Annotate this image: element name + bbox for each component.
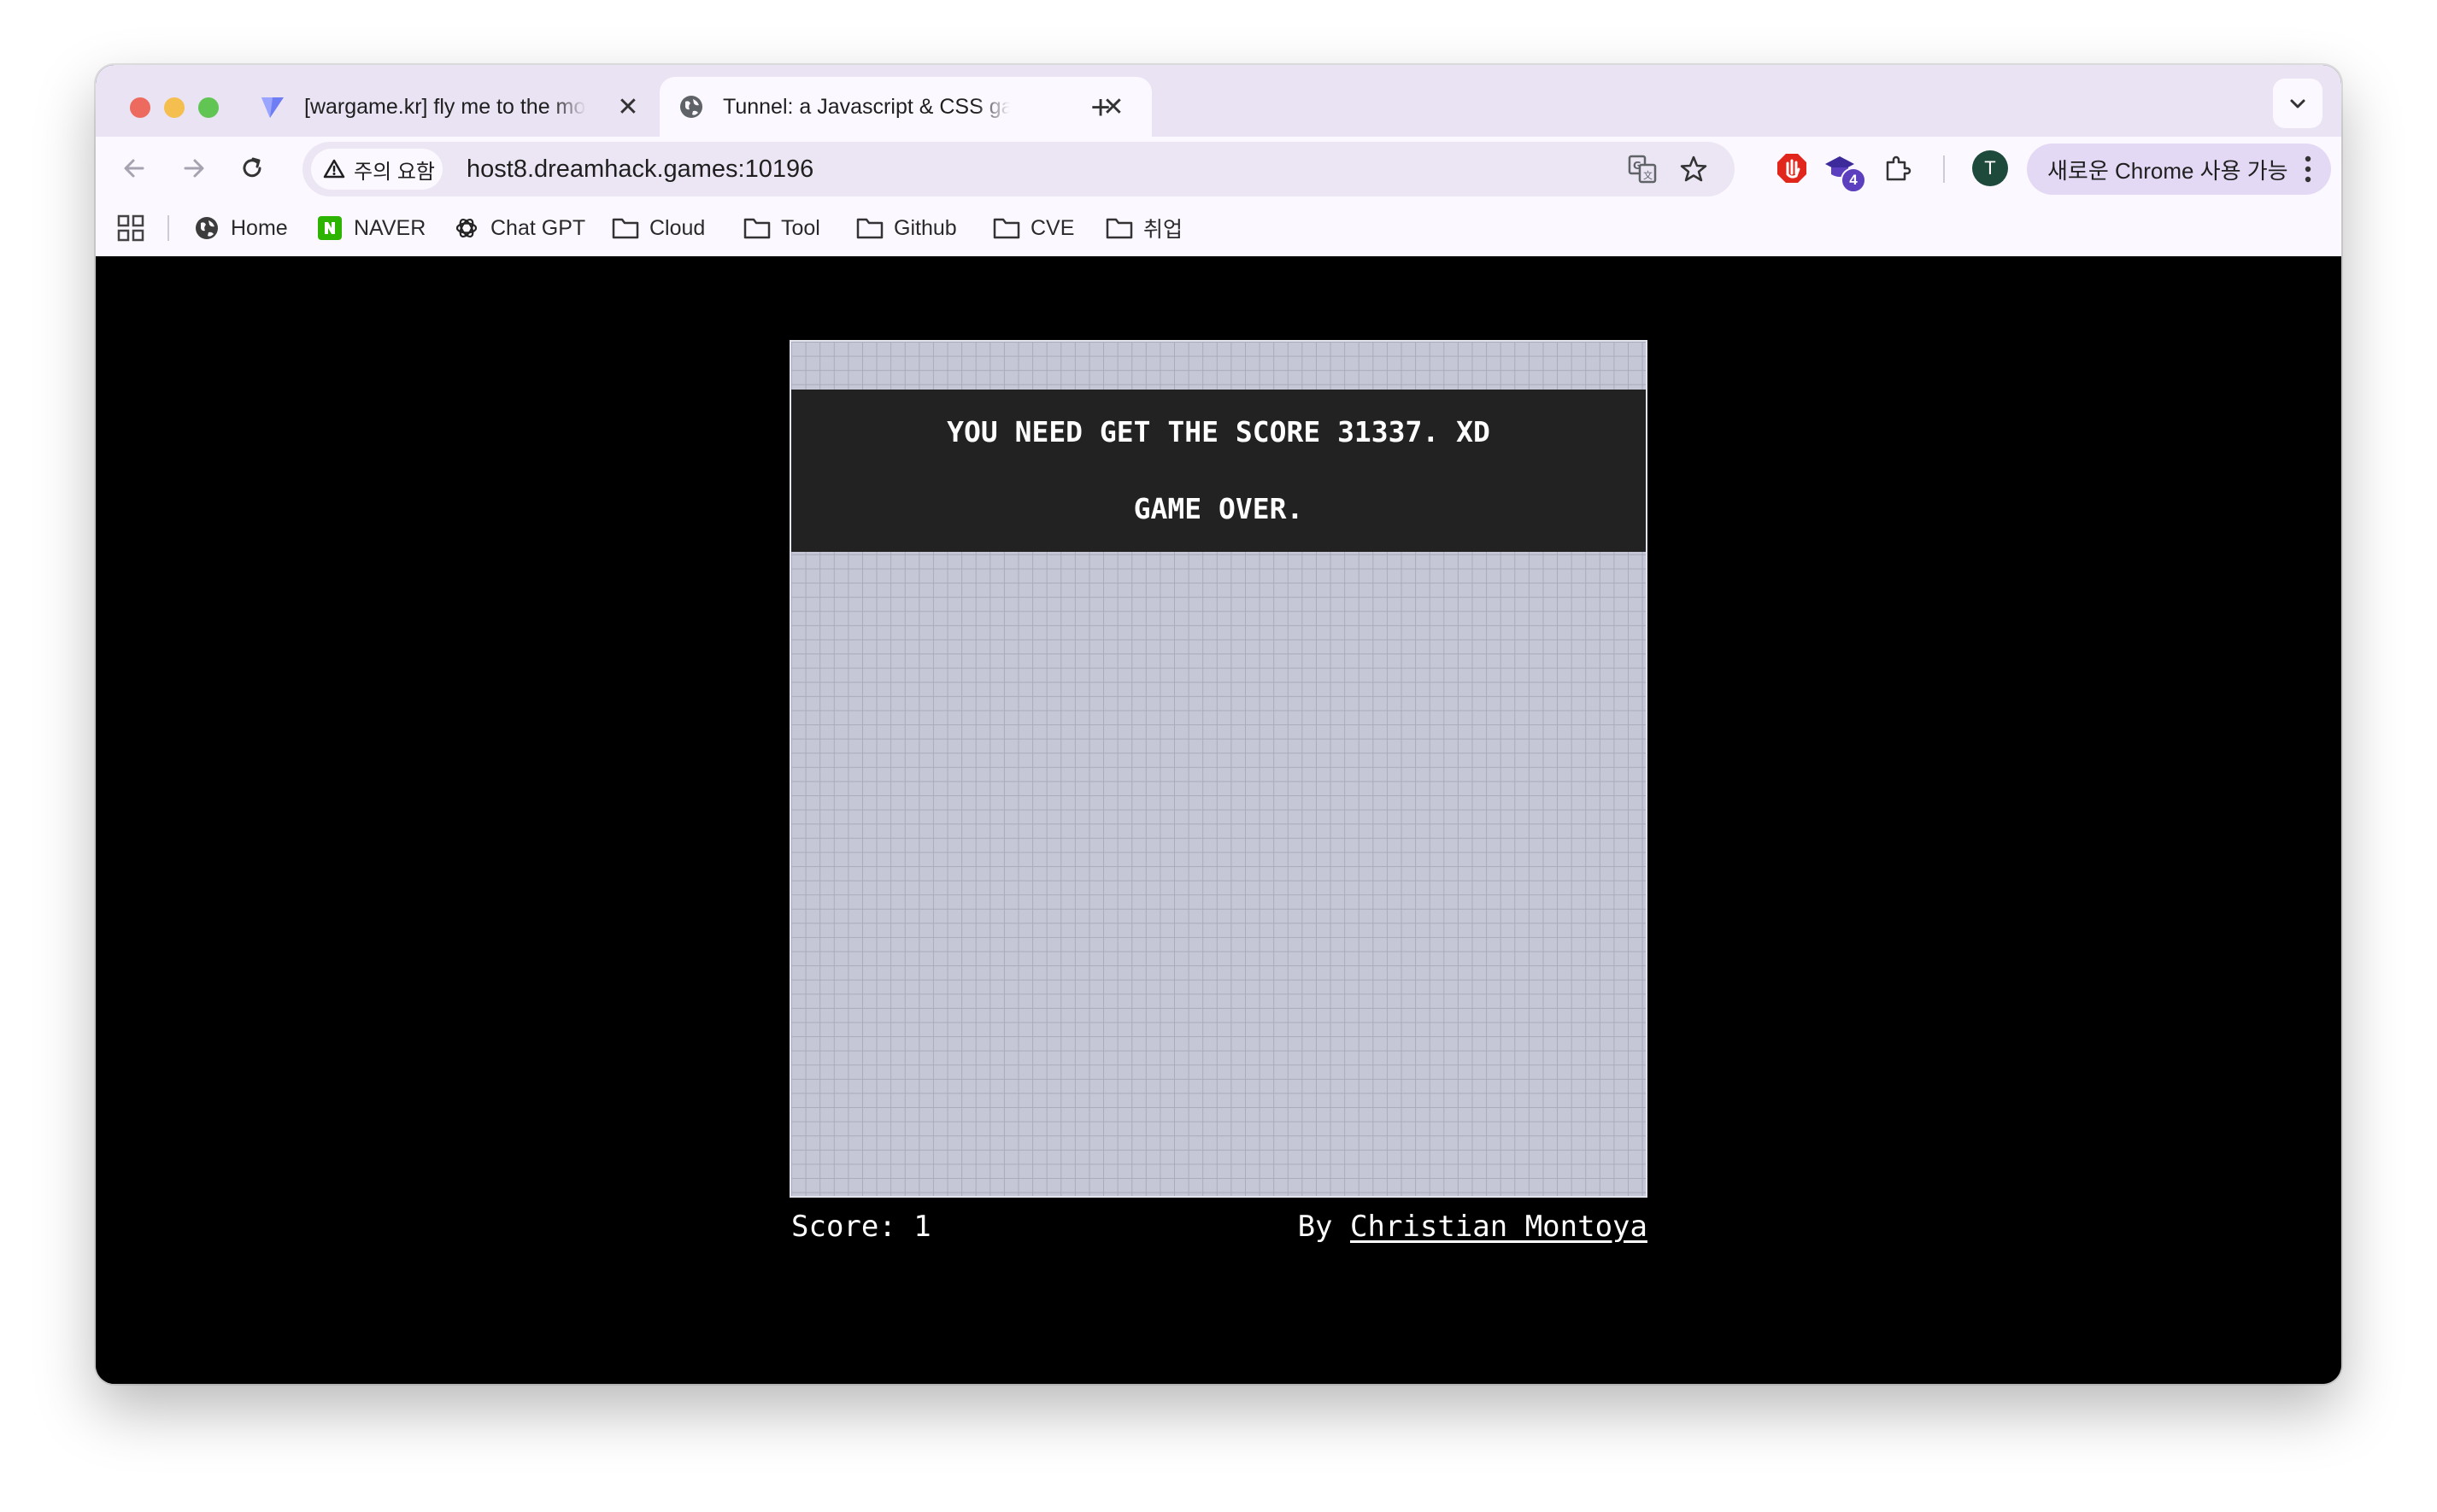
close-window-button[interactable] — [130, 97, 150, 118]
extension-badge: 4 — [1841, 167, 1866, 193]
game-message: YOU NEED GET THE SCORE 31337. XD — [947, 415, 1490, 448]
extensions-menu-button[interactable] — [1878, 149, 1917, 188]
new-tab-button[interactable]: + — [1075, 82, 1126, 133]
security-label: 주의 요함 — [354, 160, 435, 184]
bookmark-folder-cloud[interactable]: Cloud — [612, 200, 705, 256]
update-label: 새로운 Chrome 사용 가능 — [2047, 157, 2288, 184]
bookmark-label: Github — [894, 215, 957, 240]
reload-icon — [243, 157, 261, 178]
maximize-window-button[interactable] — [198, 97, 219, 118]
toolbar-divider — [1943, 155, 1945, 183]
bookmark-label: Chat GPT — [490, 215, 586, 240]
globe-icon — [193, 214, 220, 242]
folder-icon — [1106, 214, 1133, 242]
openai-icon — [453, 214, 480, 242]
warning-icon — [323, 159, 345, 179]
bookmarks-divider — [167, 215, 169, 241]
profile-avatar[interactable]: T — [1972, 150, 2008, 186]
author-link[interactable]: Christian Montoya — [1350, 1210, 1647, 1244]
bookmark-home[interactable]: Home — [193, 200, 288, 256]
tab-close-icon[interactable]: ✕ — [614, 92, 643, 121]
tab-strip: [wargame.kr] fly me to the moon ✕ Tunnel… — [96, 65, 2341, 137]
chevron-down-icon — [2290, 99, 2305, 108]
folder-icon — [856, 214, 884, 242]
naver-icon — [316, 214, 344, 242]
extension-with-badge-button[interactable]: 4 — [1820, 149, 1866, 193]
bookmark-star-button[interactable] — [1675, 150, 1712, 188]
bookmark-folder-github[interactable]: Github — [856, 200, 957, 256]
folder-icon — [743, 214, 771, 242]
score-display: Score: 1 — [791, 1210, 931, 1244]
toolbar: 주의 요함 host8.dreamhack.games:10196 G文 4 T… — [96, 137, 2341, 200]
bookmark-folder-tool[interactable]: Tool — [743, 200, 820, 256]
translate-button[interactable]: G文 — [1624, 150, 1661, 188]
tab-search-button[interactable] — [2273, 79, 2322, 128]
puzzle-icon — [1886, 155, 1911, 181]
minimize-window-button[interactable] — [164, 97, 185, 118]
bookmarks-bar: Home NAVER Chat GPT Cloud Tool Github CV… — [96, 200, 2341, 257]
folder-icon — [993, 214, 1020, 242]
bookmark-label: Home — [231, 215, 288, 240]
bookmark-label: NAVER — [354, 215, 426, 240]
game-footer: Score: 1 By Christian Montoya — [790, 1210, 1647, 1252]
tab-title: Tunnel: a Javascript & CSS game — [723, 94, 1010, 120]
tab-title: [wargame.kr] fly me to the moon — [304, 94, 586, 120]
svg-text:G: G — [1633, 160, 1641, 172]
bookmark-label: 취업 — [1143, 218, 1183, 242]
bookmark-label: CVE — [1031, 215, 1075, 240]
more-menu-icon[interactable] — [2304, 154, 2312, 185]
by-prefix: By — [1297, 1210, 1333, 1244]
bookmark-folder-cve[interactable]: CVE — [993, 200, 1074, 256]
adblock-extension-button[interactable] — [1772, 149, 1812, 188]
bookmark-label: Tool — [781, 215, 820, 240]
url-text[interactable]: host8.dreamhack.games:10196 — [467, 142, 813, 196]
author-credit: By Christian Montoya — [1298, 1210, 1647, 1244]
game-over-text: GAME OVER. — [1133, 492, 1304, 525]
translate-icon: G文 — [1628, 155, 1657, 184]
reload-button[interactable] — [232, 149, 272, 188]
wargame-logo-icon — [258, 92, 287, 121]
chrome-update-button[interactable]: 새로운 Chrome 사용 가능 — [2027, 144, 2331, 195]
address-bar[interactable]: 주의 요함 host8.dreamhack.games:10196 G文 — [302, 142, 1735, 196]
globe-icon — [677, 92, 706, 121]
game-over-banner: YOU NEED GET THE SCORE 31337. XD GAME OV… — [791, 390, 1646, 552]
back-arrow-icon — [124, 159, 144, 178]
folder-icon — [612, 214, 639, 242]
svg-text:文: 文 — [1643, 169, 1653, 181]
apps-grid-icon[interactable] — [116, 214, 145, 243]
bookmark-folder-jobs[interactable]: 취업 — [1106, 200, 1183, 256]
security-chip[interactable]: 주의 요함 — [311, 149, 443, 190]
bookmark-label: Cloud — [649, 215, 706, 240]
browser-window: [wargame.kr] fly me to the moon ✕ Tunnel… — [96, 65, 2341, 1384]
forward-arrow-icon — [184, 159, 204, 178]
star-icon — [1680, 155, 1707, 182]
bookmark-naver[interactable]: NAVER — [316, 200, 426, 256]
forward-button[interactable] — [174, 149, 214, 188]
back-button[interactable] — [115, 149, 154, 188]
bookmark-chatgpt[interactable]: Chat GPT — [453, 200, 585, 256]
stop-hand-icon — [1777, 154, 1806, 183]
